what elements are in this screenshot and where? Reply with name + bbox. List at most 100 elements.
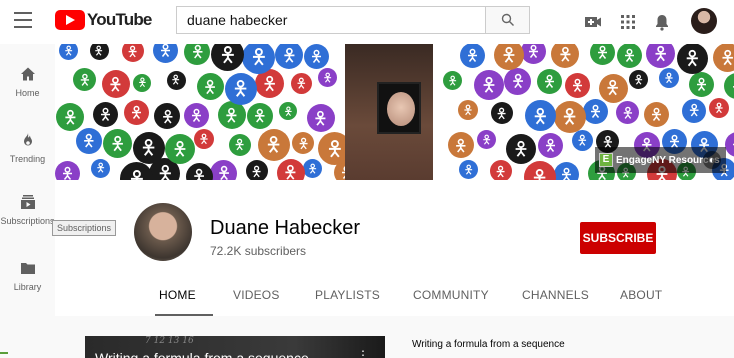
banner-person-icon bbox=[504, 68, 532, 95]
banner-person-icon bbox=[132, 131, 165, 164]
banner-person-icon bbox=[537, 133, 563, 159]
banner-person-icon bbox=[276, 158, 305, 180]
banner-person-icon bbox=[582, 98, 608, 124]
thumbnail-title: Writing a formula from a sequence bbox=[95, 350, 309, 358]
banner-person-icon bbox=[443, 70, 463, 90]
banner-person-icon bbox=[153, 44, 179, 64]
banner-person-icon bbox=[537, 68, 563, 94]
banner-person-icon bbox=[133, 73, 152, 92]
banner-photo bbox=[345, 44, 433, 180]
channel-avatar[interactable] bbox=[134, 203, 192, 261]
youtube-logo[interactable]: YouTube bbox=[55, 10, 152, 30]
banner-person-icon bbox=[303, 159, 323, 179]
banner-person-icon bbox=[90, 158, 110, 178]
banner-person-icon bbox=[709, 98, 730, 119]
tab-playlists[interactable]: PLAYLISTS bbox=[315, 288, 380, 302]
notifications-bell-icon[interactable] bbox=[652, 12, 672, 32]
banner-person-icon bbox=[724, 131, 734, 157]
banner-person-icon bbox=[225, 72, 257, 105]
banner-person-icon bbox=[211, 44, 245, 72]
banner-person-icon bbox=[551, 44, 580, 69]
flame-icon bbox=[23, 133, 32, 146]
banner-person-icon bbox=[120, 162, 154, 180]
banner-person-icon bbox=[459, 159, 479, 179]
more-options-icon[interactable]: ⋮ bbox=[357, 348, 369, 358]
featured-video-thumbnail[interactable]: 7 12 13 16 Writing a formula from a sequ… bbox=[85, 336, 385, 358]
featured-video-title[interactable]: Writing a formula from a sequence bbox=[412, 339, 565, 350]
banner-person-icon bbox=[121, 44, 144, 63]
banner-person-icon bbox=[228, 133, 251, 156]
banner-person-icon bbox=[521, 44, 547, 65]
banner-person-icon bbox=[75, 128, 102, 155]
banner-person-icon bbox=[73, 68, 97, 92]
channel-header: Duane Habecker 72.2K subscribers SUBSCRI… bbox=[55, 180, 734, 316]
banner-person-icon bbox=[193, 129, 214, 150]
banner-person-icon bbox=[616, 101, 640, 125]
menu-icon[interactable] bbox=[14, 12, 32, 28]
subscribe-button[interactable]: SUBSCRIBE bbox=[580, 222, 656, 254]
banner-person-icon bbox=[616, 44, 642, 69]
sidebar-item-subscriptions[interactable]: Subscriptions bbox=[0, 194, 55, 226]
apps-grid-icon[interactable] bbox=[618, 12, 638, 32]
banner-person-icon bbox=[493, 44, 524, 71]
banner-person-icon bbox=[506, 133, 537, 164]
banner-person-icon bbox=[589, 44, 615, 65]
banner-person-icon bbox=[247, 102, 273, 129]
banner-person-icon bbox=[101, 70, 130, 99]
sidebar-item-library[interactable]: Library bbox=[0, 260, 55, 292]
banner-person-icon bbox=[55, 103, 84, 132]
library-folder-icon bbox=[20, 263, 35, 274]
banner-person-icon bbox=[572, 130, 594, 152]
banner-person-icon bbox=[165, 133, 196, 164]
tab-videos[interactable]: VIDEOS bbox=[233, 288, 280, 302]
banner-person-icon bbox=[553, 100, 586, 133]
thumbnail-scribble: 7 12 13 16 bbox=[145, 336, 194, 346]
banner-person-icon bbox=[713, 44, 734, 73]
banner-person-icon bbox=[490, 102, 513, 125]
tooltip: Subscriptions bbox=[52, 220, 117, 236]
banner-person-icon bbox=[658, 68, 679, 89]
channel-tabs: HOME VIDEOS PLAYLISTS COMMUNITY CHANNELS… bbox=[135, 276, 734, 316]
account-avatar[interactable] bbox=[691, 8, 717, 34]
subscriptions-icon bbox=[20, 195, 35, 209]
banner-person-icon bbox=[210, 159, 238, 180]
banner-person-icon bbox=[89, 44, 109, 61]
banner-person-icon bbox=[553, 162, 579, 180]
banner-person-icon bbox=[217, 101, 246, 130]
sidebar-item-label: Home bbox=[15, 88, 40, 98]
sidebar-item-label: Trending bbox=[9, 154, 46, 164]
tab-community[interactable]: COMMUNITY bbox=[413, 288, 489, 302]
tab-channels[interactable]: CHANNELS bbox=[522, 288, 589, 302]
tab-home[interactable]: HOME bbox=[159, 288, 196, 302]
youtube-play-icon bbox=[55, 10, 85, 30]
search-button[interactable] bbox=[486, 6, 530, 34]
banner-person-icon bbox=[166, 70, 186, 90]
banner-person-icon bbox=[124, 100, 150, 126]
social-link-icon[interactable]: ◐ bbox=[703, 151, 721, 169]
banner-person-icon bbox=[629, 70, 649, 90]
banner-person-icon bbox=[275, 44, 304, 70]
banner-person-icon bbox=[184, 102, 210, 128]
banner-person-icon bbox=[93, 102, 119, 128]
home-icon bbox=[20, 67, 35, 81]
banner-person-icon bbox=[565, 72, 591, 98]
sidebar-item-trending[interactable]: Trending bbox=[0, 132, 55, 164]
banner-person-icon bbox=[55, 160, 80, 180]
sidebar-item-label: Library bbox=[13, 282, 42, 292]
banner-person-icon bbox=[459, 44, 485, 69]
banner-person-icon bbox=[304, 44, 330, 69]
active-tab-indicator bbox=[155, 314, 213, 316]
sidebar-item-home[interactable]: Home bbox=[0, 66, 55, 98]
banner-person-icon bbox=[646, 44, 676, 69]
subscriber-count: 72.2K subscribers bbox=[210, 244, 307, 258]
banner-person-icon bbox=[524, 100, 556, 132]
banner-person-icon bbox=[598, 73, 628, 103]
banner-person-icon bbox=[291, 73, 313, 95]
search-box[interactable] bbox=[176, 6, 486, 34]
banner-person-icon bbox=[447, 132, 474, 159]
search-input[interactable] bbox=[177, 7, 485, 33]
banner-person-icon bbox=[489, 160, 512, 180]
banner-person-icon bbox=[58, 44, 78, 61]
tab-about[interactable]: ABOUT bbox=[620, 288, 662, 302]
create-video-icon[interactable] bbox=[583, 12, 603, 32]
